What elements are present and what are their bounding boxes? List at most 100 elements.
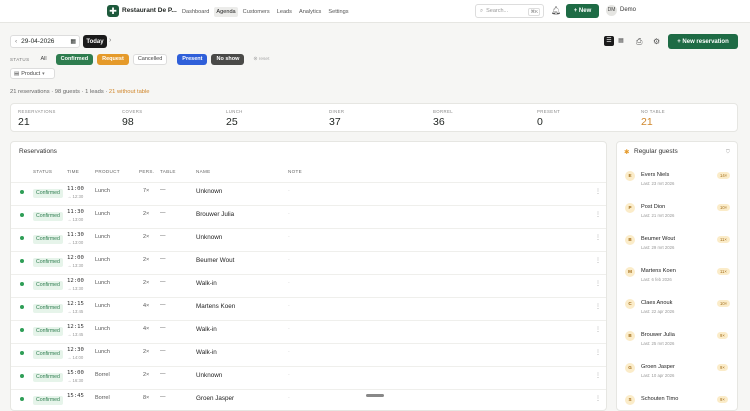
table[interactable]: — bbox=[160, 256, 166, 262]
table[interactable]: — bbox=[160, 187, 166, 193]
status-badge[interactable]: Confirmed bbox=[33, 396, 63, 405]
next-day-arrow[interactable]: › bbox=[109, 37, 111, 44]
status-badge[interactable]: Confirmed bbox=[33, 327, 63, 336]
nav-analytics[interactable]: Analytics bbox=[297, 7, 323, 17]
filter-request[interactable]: Request bbox=[97, 53, 129, 65]
more-icon[interactable]: ⋮ bbox=[595, 303, 601, 310]
nav-leads[interactable]: Leads bbox=[275, 7, 294, 17]
table-row[interactable]: Confirmed 12:00 → 13:30 Lunch 2× — Walk-in · ⋮ bbox=[11, 274, 606, 297]
guest-name: Brouwer Julia bbox=[641, 332, 675, 338]
status-badge[interactable]: Confirmed bbox=[33, 212, 63, 221]
new-button[interactable]: + New bbox=[566, 4, 599, 18]
product-select[interactable]: ▤ Product ▾ bbox=[10, 68, 55, 79]
more-icon[interactable]: ⋮ bbox=[595, 211, 601, 218]
guest-name[interactable]: Martens Koen bbox=[196, 303, 235, 310]
list-item[interactable]: E Evers Niels Last: 23 mrt 2026 14× bbox=[617, 167, 737, 199]
list-item[interactable]: G Groen Jasper Last: 10 apr 2026 9× bbox=[617, 359, 737, 391]
col-time[interactable]: TIME bbox=[67, 169, 79, 174]
guest-name[interactable]: Brouwer Julia bbox=[196, 211, 234, 218]
gear-icon[interactable]: ⚙ bbox=[653, 37, 660, 46]
filter-confirmed[interactable]: Confirmed bbox=[55, 53, 94, 65]
table-row[interactable]: Confirmed 11:30 → 13:00 Lunch 2× — Brouwer Jul… bbox=[11, 205, 606, 228]
status-badge[interactable]: Confirmed bbox=[33, 189, 63, 198]
product: Lunch bbox=[95, 188, 110, 194]
user-name[interactable]: Demo bbox=[620, 7, 636, 13]
list-item[interactable]: S Schouten Timo 9× bbox=[617, 391, 737, 410]
col-pers[interactable]: PERS. bbox=[139, 169, 154, 174]
list-item[interactable]: B Brouwer Julia Last: 25 mrt 2026 9× bbox=[617, 327, 737, 359]
avatar[interactable]: DM bbox=[606, 5, 617, 16]
status-badge[interactable]: Confirmed bbox=[33, 350, 63, 359]
table-row[interactable]: Confirmed 12:30 → 14:00 Lunch 2× — Walk-in · ⋮ bbox=[11, 343, 606, 366]
status-badge[interactable]: Confirmed bbox=[33, 258, 63, 267]
status-badge[interactable]: Confirmed bbox=[33, 281, 63, 290]
guest-name[interactable]: Unknown bbox=[196, 372, 222, 379]
guest-name: Groen Jasper bbox=[641, 364, 675, 370]
guest-name[interactable]: Groen Jasper bbox=[196, 395, 234, 402]
table-row[interactable]: Confirmed 12:15 → 13:45 Lunch 4× — Walk-in · ⋮ bbox=[11, 320, 606, 343]
guest-name[interactable]: Walk-in bbox=[196, 280, 217, 287]
print-icon[interactable]: ⎙ bbox=[636, 37, 642, 47]
list-view-icon[interactable]: ☰ bbox=[604, 36, 614, 46]
table[interactable]: — bbox=[160, 233, 166, 239]
table-row[interactable]: Confirmed 12:15 → 13:45 Lunch 4× — Martens Koe… bbox=[11, 297, 606, 320]
guest-name[interactable]: Beumer Wout bbox=[196, 257, 234, 264]
list-item[interactable]: P Post Dion Last: 21 mrt 2026 10× bbox=[617, 199, 737, 231]
filter-cancelled[interactable]: Cancelled bbox=[132, 53, 168, 65]
table-row[interactable]: Confirmed 15:00 → 16:30 Borrel 2× — Unknown · ⋮ bbox=[11, 366, 606, 389]
table-row[interactable]: Confirmed 15:45 Borrel 8× — Groen Jasper · ⋮ bbox=[11, 389, 606, 410]
more-icon[interactable]: ⋮ bbox=[595, 372, 601, 379]
table[interactable]: — bbox=[160, 348, 166, 354]
table[interactable]: — bbox=[160, 302, 166, 308]
more-icon[interactable]: ⋮ bbox=[595, 280, 601, 287]
filter-icon[interactable]: ⛉ bbox=[726, 149, 730, 155]
calendar-icon[interactable]: ▦ bbox=[70, 38, 76, 45]
today-button[interactable]: Today bbox=[83, 35, 107, 48]
status-badge[interactable]: Confirmed bbox=[33, 235, 63, 244]
calendar-view-icon[interactable]: ▦ bbox=[616, 36, 626, 46]
filter-all[interactable]: All bbox=[35, 54, 51, 65]
guest-name[interactable]: Unknown bbox=[196, 188, 222, 195]
more-icon[interactable]: ⋮ bbox=[595, 349, 601, 356]
more-icon[interactable]: ⋮ bbox=[595, 326, 601, 333]
nav-dashboard[interactable]: Dashboard bbox=[180, 7, 211, 17]
table-row[interactable]: Confirmed 11:00 → 12:30 Lunch 7× — Unknown · ⋮ bbox=[11, 182, 606, 205]
table-row[interactable]: Confirmed 12:00 → 13:30 Lunch 2× — Beumer Wout… bbox=[11, 251, 606, 274]
date-picker[interactable]: ‹ 29-04-2026 ▦ bbox=[10, 35, 80, 48]
table[interactable]: — bbox=[160, 325, 166, 331]
scroll-handle[interactable] bbox=[366, 394, 384, 397]
table[interactable]: — bbox=[160, 371, 166, 377]
more-icon[interactable]: ⋮ bbox=[595, 234, 601, 241]
col-status[interactable]: STATUS bbox=[33, 169, 52, 174]
prev-day-arrow[interactable]: ‹ bbox=[15, 38, 17, 45]
status-badge[interactable]: Confirmed bbox=[33, 304, 63, 313]
search-input[interactable]: ⌕ Search... ⌘K bbox=[475, 4, 544, 18]
new-reservation-button[interactable]: + New reservation bbox=[668, 34, 738, 49]
guest-name[interactable]: Walk-in bbox=[196, 349, 217, 356]
filter-reset[interactable]: ⊗ reset bbox=[248, 54, 274, 65]
filter-present[interactable]: Present bbox=[177, 53, 208, 65]
nav-customers[interactable]: Customers bbox=[241, 7, 272, 17]
nav-settings[interactable]: Settings bbox=[326, 7, 350, 17]
bell-icon[interactable]: 🔔︎ bbox=[551, 6, 561, 15]
list-item[interactable]: B Beumer Wout Last: 29 mrt 2026 11× bbox=[617, 231, 737, 263]
table[interactable]: — bbox=[160, 279, 166, 285]
guest-name[interactable]: Unknown bbox=[196, 234, 222, 241]
more-icon[interactable]: ⋮ bbox=[595, 188, 601, 195]
nav-agenda[interactable]: Agenda bbox=[214, 6, 238, 17]
guest-name[interactable]: Walk-in bbox=[196, 326, 217, 333]
more-icon[interactable]: ⋮ bbox=[595, 395, 601, 402]
list-item[interactable]: M Martens Koen Last: 6 feb 2026 11× bbox=[617, 263, 737, 295]
col-name[interactable]: NAME bbox=[196, 169, 210, 174]
table[interactable]: — bbox=[160, 394, 166, 400]
restaurant-name[interactable]: Restaurant De P... bbox=[122, 7, 177, 14]
status-badge[interactable]: Confirmed bbox=[33, 373, 63, 382]
more-icon[interactable]: ⋮ bbox=[595, 257, 601, 264]
table[interactable]: — bbox=[160, 210, 166, 216]
list-item[interactable]: C Claes Anouk Last: 22 apr 2026 10× bbox=[617, 295, 737, 327]
col-table[interactable]: TABLE bbox=[160, 169, 176, 174]
table-row[interactable]: Confirmed 11:30 → 13:00 Lunch 2× — Unknown · ⋮ bbox=[11, 228, 606, 251]
col-product[interactable]: PRODUCT bbox=[95, 169, 120, 174]
logo-icon[interactable]: ✚ bbox=[107, 5, 119, 17]
filter-no-show[interactable]: No show bbox=[211, 53, 245, 65]
